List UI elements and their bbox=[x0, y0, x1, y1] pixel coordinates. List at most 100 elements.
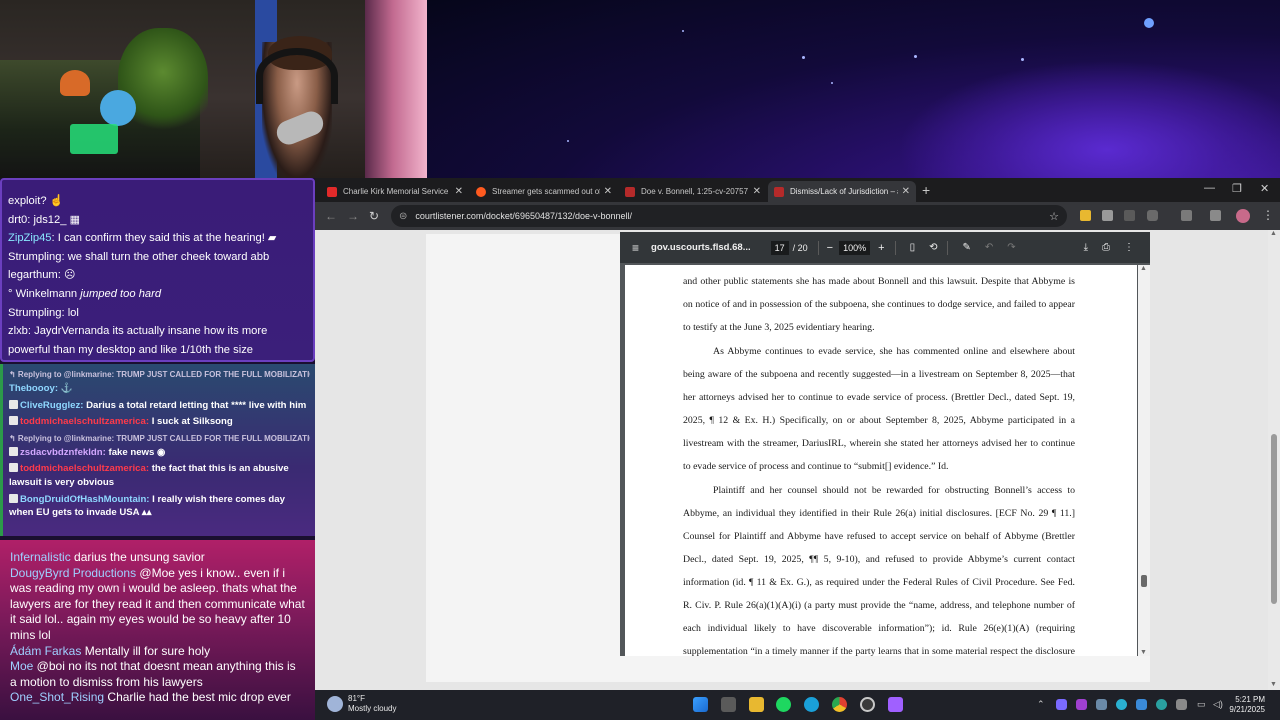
chat-overlay: exploit? ☝ drt0: jds12_ ▦ ZipZip45: I can … bbox=[0, 178, 315, 720]
obs-icon[interactable] bbox=[860, 697, 875, 712]
scroll-down-icon[interactable]: ▼ bbox=[1270, 681, 1277, 688]
download-icon[interactable]: ⤓ bbox=[1084, 242, 1088, 253]
tab-dismiss-jurisdiction[interactable]: Dismiss/Lack of Jurisdiction – # ✕ bbox=[768, 181, 916, 202]
task-view-icon[interactable] bbox=[721, 697, 736, 712]
chat-username[interactable]: Theboooy: bbox=[9, 383, 58, 394]
scroll-up-icon[interactable]: ▲ bbox=[1140, 265, 1147, 272]
windows-start-icon[interactable] bbox=[693, 697, 708, 712]
zoom-level[interactable]: 100% bbox=[839, 240, 871, 255]
tray-chevron-icon[interactable]: ⌃ bbox=[1037, 699, 1045, 710]
youtube-icon bbox=[327, 186, 337, 197]
reload-icon[interactable]: ↻ bbox=[369, 209, 379, 223]
tray-app-icon[interactable] bbox=[1176, 699, 1187, 710]
scrollbar-thumb[interactable] bbox=[1141, 575, 1147, 587]
tray-app-icon[interactable] bbox=[1076, 699, 1087, 710]
site-info-icon[interactable]: ⊜ bbox=[399, 211, 407, 222]
chat-username[interactable]: toddmichaelschultzamerica: bbox=[20, 463, 149, 474]
tab-streamer-scammed[interactable]: Streamer gets scammed out of ✕ bbox=[470, 181, 618, 202]
badge-icon bbox=[9, 463, 18, 473]
app-icon[interactable] bbox=[888, 697, 903, 712]
steam-icon[interactable] bbox=[1096, 699, 1107, 710]
pdf-text-line: her attorneys advised her to continue to… bbox=[683, 392, 1075, 403]
undo-icon[interactable]: ↶ bbox=[985, 242, 993, 253]
tray-app-icon[interactable] bbox=[1136, 699, 1147, 710]
tab-title: Doe v. Bonnell, 1:25-cv-20757 - bbox=[641, 187, 749, 196]
pdf-text-line: each individual likely to have discovera… bbox=[683, 623, 1075, 634]
tab-doe-v-bonnell[interactable]: Doe v. Bonnell, 1:25-cv-20757 - ✕ bbox=[619, 181, 767, 202]
tab-title: Charlie Kirk Memorial Service - bbox=[343, 187, 451, 196]
cam-neon-sign bbox=[70, 124, 118, 154]
zoom-in-icon[interactable]: + bbox=[878, 242, 884, 254]
tray-app-icon[interactable] bbox=[1056, 699, 1067, 710]
url-text: courtlistener.com/docket/69650487/132/do… bbox=[415, 211, 633, 221]
folder-icon[interactable] bbox=[1080, 210, 1091, 221]
trash-icon[interactable] bbox=[1102, 210, 1113, 221]
zoom-out-icon[interactable]: − bbox=[827, 242, 833, 254]
maximize-icon[interactable]: ❐ bbox=[1232, 182, 1242, 195]
bookmark-star-icon[interactable]: ☆ bbox=[1049, 210, 1059, 223]
edge-icon[interactable] bbox=[804, 697, 819, 712]
close-icon[interactable]: ✕ bbox=[753, 186, 761, 197]
reading-list-icon[interactable] bbox=[1210, 210, 1221, 221]
profile-avatar[interactable] bbox=[1236, 209, 1250, 223]
annotate-icon[interactable]: ✎ bbox=[962, 242, 970, 253]
close-icon[interactable]: ✕ bbox=[902, 186, 910, 197]
tray-app-icon[interactable] bbox=[1116, 699, 1127, 710]
page-scrollbar[interactable]: ▲ ▼ bbox=[1268, 230, 1280, 690]
pdf-text-line: Abbyme, an individual they identified in… bbox=[683, 508, 1075, 519]
close-window-icon[interactable]: ✕ bbox=[1260, 182, 1269, 195]
cast-icon[interactable] bbox=[1181, 210, 1192, 221]
rotate-icon[interactable]: ⟲ bbox=[929, 242, 937, 253]
chat-message: toddmichaelschultzamerica: the fact that… bbox=[9, 462, 310, 489]
extension-icon[interactable] bbox=[1124, 210, 1135, 221]
network-icon[interactable]: ▭ bbox=[1197, 699, 1206, 710]
fit-page-icon[interactable]: ▯ bbox=[910, 242, 916, 253]
chat-username: legarthum: ☹ bbox=[8, 269, 76, 282]
weather-widget[interactable]: 81°F Mostly cloudy bbox=[327, 694, 396, 714]
pdf-page: and other public statements she has made… bbox=[625, 265, 1137, 656]
chat-username[interactable]: BongDruidOfHashMountain: bbox=[20, 494, 150, 505]
address-bar[interactable]: ⊜ courtlistener.com/docket/69650487/132/… bbox=[391, 205, 1067, 227]
chrome-icon[interactable] bbox=[832, 697, 847, 712]
more-options-icon[interactable]: ⋮ bbox=[1124, 242, 1134, 253]
page-number-input[interactable]: 17 bbox=[770, 240, 789, 255]
pdf-toolbar-right: ⤓ ⎙ ⋮ bbox=[1070, 242, 1150, 253]
pdf-scrollbar[interactable]: ▲ ▼ bbox=[1138, 265, 1150, 656]
hamburger-icon[interactable]: ≡ bbox=[632, 241, 639, 255]
chat-text: Mentally ill for sure holy bbox=[81, 643, 211, 658]
browser-window: Charlie Kirk Memorial Service - ✕ Stream… bbox=[315, 178, 1280, 690]
back-icon[interactable]: ← bbox=[325, 209, 337, 223]
chat-username[interactable]: DougyByrd Productions bbox=[10, 566, 136, 580]
redo-icon[interactable]: ↷ bbox=[1007, 242, 1015, 253]
chat-username[interactable]: One_Shot_Rising bbox=[10, 690, 104, 704]
print-icon[interactable]: ⎙ bbox=[1102, 242, 1110, 253]
close-icon[interactable]: ✕ bbox=[455, 186, 463, 197]
scrollbar-thumb[interactable] bbox=[1271, 434, 1277, 604]
chat-username[interactable]: Ádám Farkas bbox=[10, 644, 81, 658]
spotify-icon[interactable] bbox=[776, 697, 791, 712]
tab-charlie-kirk[interactable]: Charlie Kirk Memorial Service - ✕ bbox=[321, 181, 469, 202]
scroll-down-icon[interactable]: ▼ bbox=[1140, 649, 1147, 656]
menu-icon[interactable]: ⋮ bbox=[1262, 208, 1274, 222]
puzzle-icon[interactable] bbox=[1147, 210, 1158, 221]
close-icon[interactable]: ✕ bbox=[604, 186, 612, 197]
chat-text: I suck at Silksong bbox=[149, 416, 233, 428]
minimize-icon[interactable]: — bbox=[1204, 182, 1215, 194]
chat-username[interactable]: CliveRugglez: bbox=[20, 400, 83, 411]
chat-username[interactable]: Moe bbox=[10, 659, 33, 673]
new-tab-button[interactable]: + bbox=[922, 182, 930, 198]
chat-text: ⚓ bbox=[58, 383, 73, 394]
chat-username: drt0: jds12_ bbox=[8, 213, 70, 226]
file-explorer-icon[interactable] bbox=[749, 697, 764, 712]
tray-app-icon[interactable] bbox=[1156, 699, 1167, 710]
chat-username[interactable]: Infernalistic bbox=[10, 550, 71, 564]
volume-icon[interactable]: ◁) bbox=[1213, 699, 1223, 710]
chat-username[interactable]: zsdacvbdznfekldn: bbox=[20, 447, 106, 458]
taskbar-clock[interactable]: 5:21 PM 9/21/2025 bbox=[1225, 695, 1265, 715]
cam-light bbox=[365, 0, 427, 178]
chat-username[interactable]: toddmichaelschultzamerica: bbox=[20, 416, 149, 427]
forward-icon[interactable]: → bbox=[347, 209, 359, 223]
scroll-up-icon[interactable]: ▲ bbox=[1270, 230, 1277, 237]
pdf-text-line: supplementation “in a timely manner if t… bbox=[683, 646, 1075, 656]
pdf-icon bbox=[774, 186, 784, 197]
